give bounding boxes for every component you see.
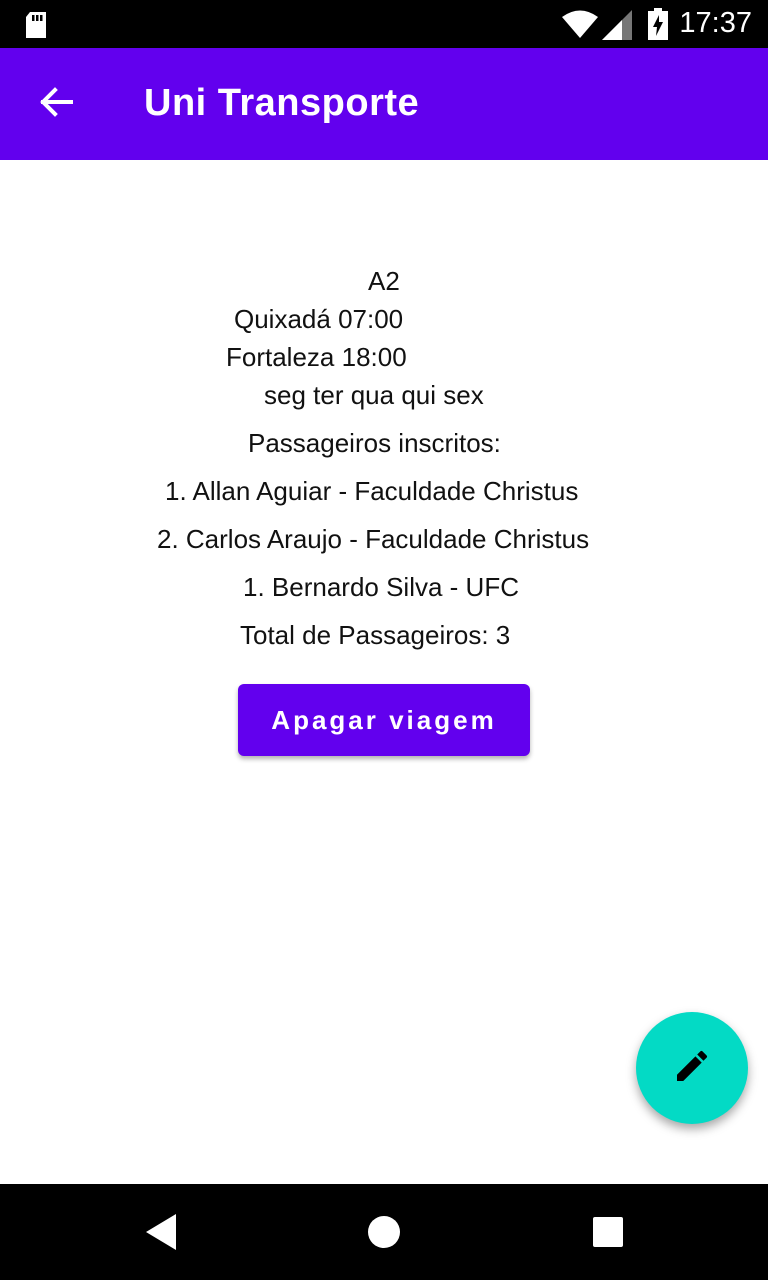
passenger-item: 1. Allan Aguiar - Faculdade Christus: [165, 476, 579, 506]
wifi-icon: [562, 10, 598, 43]
status-time: 17:37: [679, 7, 752, 39]
battery-charging-icon: [648, 8, 668, 45]
system-nav-bar: [0, 1184, 768, 1280]
trip-days: seg ter qua qui sex: [264, 380, 484, 410]
arrow-back-icon: [39, 86, 73, 122]
passengers-heading: Passageiros inscritos:: [248, 428, 501, 458]
cell-signal-icon: [602, 10, 632, 45]
passenger-item: 2. Carlos Araujo - Faculdade Christus: [157, 524, 590, 554]
pencil-icon: [672, 1046, 712, 1091]
edit-fab-button[interactable]: [636, 1012, 748, 1124]
nav-back-icon[interactable]: [142, 1212, 178, 1257]
status-bar: 17:37: [0, 0, 768, 48]
trip-origin: Quixadá 07:00: [234, 304, 404, 334]
delete-trip-button[interactable]: Apagar viagem: [238, 684, 530, 756]
back-button[interactable]: [30, 82, 82, 126]
sd-card-icon: [24, 12, 48, 43]
app-bar: Uni Transporte: [0, 48, 768, 160]
nav-recents-icon[interactable]: [592, 1212, 624, 1257]
trip-destination: Fortaleza 18:00: [226, 342, 407, 372]
passenger-item: 1. Bernardo Silva - UFC: [243, 572, 519, 602]
passengers-total: Total de Passageiros: 3: [240, 620, 511, 650]
app-title: Uni Transporte: [144, 82, 420, 124]
nav-home-icon[interactable]: [366, 1212, 402, 1257]
trip-name: A2: [368, 266, 400, 296]
